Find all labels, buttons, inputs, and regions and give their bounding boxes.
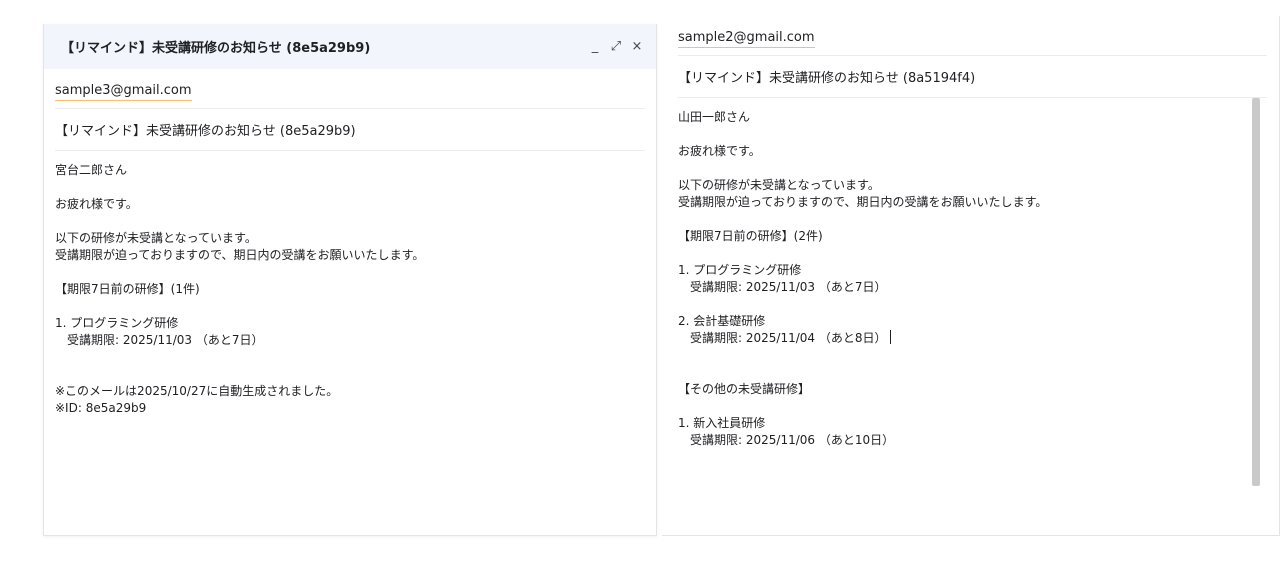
compose-title: 【リマインド】未受講研修のお知らせ (8e5a29b9): [61, 41, 371, 56]
message-body[interactable]: 山田一郎さん お疲れ様です。 以下の研修が未受講となっています。 受講期限が迫っ…: [662, 98, 1279, 449]
compose-window-right: sample2@gmail.com 【リマインド】未受講研修のお知らせ (8a5…: [662, 16, 1280, 536]
body-notice-line1: 以下の研修が未受講となっています。: [55, 231, 257, 245]
item-due: 受講期限: 2025/11/06 （あと10日）: [690, 433, 895, 447]
body-section-heading-other: 【その他の未受講研修】: [678, 382, 811, 396]
body-greeting: 山田一郎さん: [678, 110, 751, 124]
expand-icon[interactable]: ⤢: [609, 39, 623, 54]
recipients-field[interactable]: sample3@gmail.com: [55, 69, 645, 109]
body-notice: 以下の研修が未受講となっています。 受講期限が迫っておりますので、期日内の受講を…: [55, 230, 645, 264]
recipient-chip[interactable]: sample2@gmail.com: [678, 30, 815, 48]
text-cursor: [890, 330, 892, 344]
body-item: 1. 新入社員研修 受講期限: 2025/11/06 （あと10日）: [678, 415, 1249, 449]
item-due: 受講期限: 2025/11/03 （あと7日）: [67, 333, 264, 347]
item-due: 受講期限: 2025/11/03 （あと7日）: [690, 280, 887, 294]
subject-field[interactable]: 【リマインド】未受講研修のお知らせ (8a5194f4): [678, 56, 1267, 98]
recipient-chip[interactable]: sample3@gmail.com: [55, 83, 192, 101]
body-item: 1. プログラミング研修 受講期限: 2025/11/03 （あと7日）: [55, 315, 645, 349]
body-thanks: お疲れ様です。: [55, 197, 138, 211]
body-notice: 以下の研修が未受講となっています。 受講期限が迫っておりますので、期日内の受講を…: [678, 177, 1249, 211]
background-text: [40, 14, 660, 22]
body-thanks: お疲れ様です。: [678, 144, 761, 158]
item-due-text: 受講期限: 2025/11/04 （あと8日）: [690, 331, 887, 345]
compose-window-left: 【リマインド】未受講研修のお知らせ (8e5a29b9) _ ⤢ × sampl…: [43, 24, 657, 536]
body-item: 1. プログラミング研修 受講期限: 2025/11/03 （あと7日）: [678, 262, 1249, 296]
item-due: 受講期限: 2025/11/04 （あと8日）: [678, 330, 1249, 347]
body-notice-line2: 受講期限が迫っておりますので、期日内の受講をお願いいたします。: [55, 248, 425, 262]
footer-generated: ※このメールは2025/10/27に自動生成されました。: [55, 384, 339, 398]
subject-field[interactable]: 【リマインド】未受講研修のお知らせ (8e5a29b9): [55, 109, 645, 151]
close-icon[interactable]: ×: [630, 39, 644, 54]
minimize-icon[interactable]: _: [588, 39, 602, 54]
compose-titlebar[interactable]: 【リマインド】未受講研修のお知らせ (8e5a29b9) _ ⤢ ×: [44, 24, 656, 69]
item-title: 1. プログラミング研修: [55, 316, 179, 330]
item-title: 1. 新入社員研修: [678, 416, 766, 430]
body-notice-line1: 以下の研修が未受講となっています。: [678, 178, 880, 192]
recipients-field[interactable]: sample2@gmail.com: [678, 16, 1267, 56]
body-footer: ※このメールは2025/10/27に自動生成されました。 ※ID: 8e5a29…: [55, 383, 645, 417]
window-controls: _ ⤢ ×: [588, 39, 644, 54]
body-section-heading: 【期限7日前の研修】(1件): [55, 282, 200, 296]
body-greeting: 宮台二郎さん: [55, 163, 128, 177]
body-item: 2. 会計基礎研修 受講期限: 2025/11/04 （あと8日）: [678, 313, 1249, 347]
footer-id: ※ID: 8e5a29b9: [55, 401, 147, 415]
message-body[interactable]: 宮台二郎さん お疲れ様です。 以下の研修が未受講となっています。 受講期限が迫っ…: [44, 151, 656, 417]
item-title: 2. 会計基礎研修: [678, 314, 766, 328]
body-section-heading: 【期限7日前の研修】(2件): [678, 229, 823, 243]
screen: 【リマインド】未受講研修のお知らせ (8e5a29b9) _ ⤢ × sampl…: [0, 0, 1284, 564]
scrollbar-thumb[interactable]: [1252, 98, 1260, 486]
item-title: 1. プログラミング研修: [678, 263, 802, 277]
body-notice-line2: 受講期限が迫っておりますので、期日内の受講をお願いいたします。: [678, 195, 1048, 209]
